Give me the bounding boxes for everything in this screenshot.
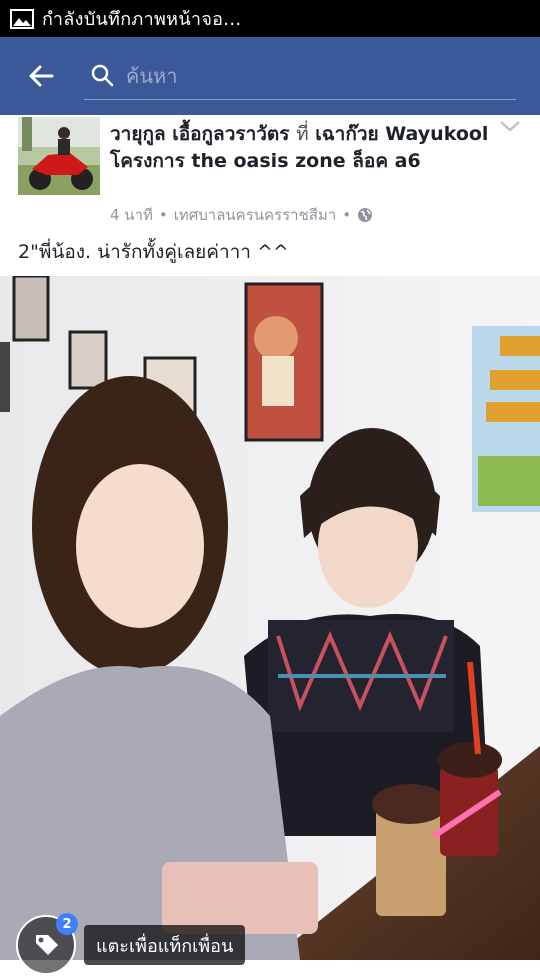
post-location[interactable]: เทศบาลนครนครราชสีมา [174,203,337,227]
tag-overlay: 2 แตะเพื่อแท็กเพื่อน [16,913,246,975]
tag-count-badge: 2 [56,913,78,935]
post-photo[interactable] [0,276,540,960]
chevron-down-icon[interactable] [498,119,522,133]
search-bar[interactable] [84,53,516,100]
author-name[interactable]: วายุกูล เอื้อกูลวราวัตร [110,123,289,145]
avatar[interactable] [18,117,100,195]
post-meta: 4 นาที • เทศบาลนครนครราชสีมา • [110,203,373,227]
post-time[interactable]: 4 นาที [110,203,153,227]
separator-dot: • [158,206,168,224]
separator-dot: • [342,206,352,224]
status-text: กำลังบันทึกภาพหน้าจอ... [42,9,242,30]
status-bar: กำลังบันทึกภาพหน้าจอ... [0,0,540,37]
post-caption: 2"พี่น้อง. น่ารักทั้งคู่เลยค่าาา ^^ [18,241,289,263]
image-icon [10,8,34,29]
search-input[interactable] [124,59,508,93]
post-title: วายุกูล เอื้อกูลวราวัตร ที่ เฉาก๊วย Wayu… [110,121,490,175]
post-header: วายุกูล เอื้อกูลวราวัตร ที่ เฉาก๊วย Wayu… [0,115,540,275]
at-word: ที่ [296,123,309,145]
globe-icon [358,208,373,222]
tag-friends-label[interactable]: แตะเพื่อแท็กเพื่อน [84,925,246,965]
back-arrow-icon[interactable] [26,61,56,91]
tag-button[interactable]: 2 [16,913,78,975]
search-icon [91,64,114,87]
app-header [0,37,540,115]
